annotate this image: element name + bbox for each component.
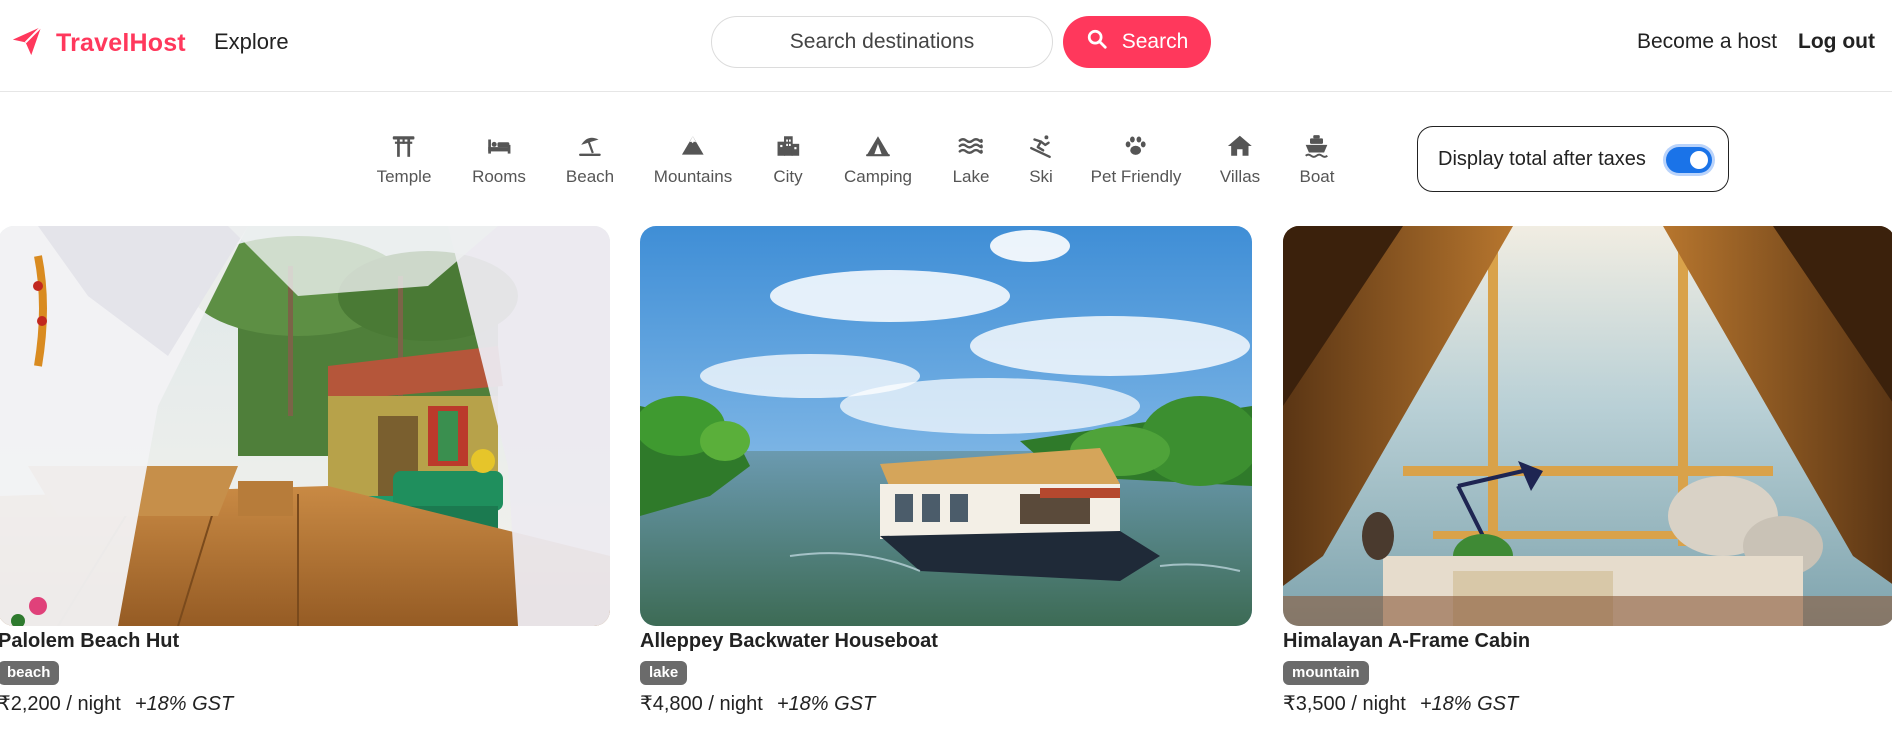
category-beach[interactable]: Beach [566,133,614,187]
tax-note: +18% GST [1419,693,1519,715]
search-button-label: Search [1121,30,1189,53]
tax-toggle-label: Display total after taxes [1438,147,1646,170]
category-label: Temple [376,167,432,186]
category-boat[interactable]: Boat [1299,133,1335,187]
category-pet-friendly[interactable]: Pet Friendly [1090,133,1182,187]
skiing-icon [1028,133,1054,164]
category-rooms[interactable]: Rooms [472,133,526,187]
listing-price: ₹4,800 / night +18% GST [640,691,875,716]
listing-price: ₹3,500 / night +18% GST [1283,691,1518,716]
listing-title[interactable]: Alleppey Backwater Houseboat [640,630,938,653]
city-icon [775,133,801,164]
tax-note: +18% GST [776,693,876,715]
mountain-icon [680,133,706,164]
explore-link[interactable]: Explore [214,29,289,55]
water-icon [958,133,984,164]
category-label: Boat [1299,167,1335,186]
search-input[interactable] [711,16,1053,68]
category-label: City [773,167,803,186]
category-label: Ski [1029,167,1053,186]
listing-price: ₹2,200 / night +18% GST [0,691,233,716]
brand-name: TravelHost [56,29,186,57]
logout-link[interactable]: Log out [1798,30,1875,54]
switch-knob [1690,151,1708,169]
tax-toggle-box[interactable]: Display total after taxes [1417,126,1729,192]
category-label: Camping [843,167,913,186]
category-temple[interactable]: Temple [376,133,432,187]
listing-tag-badge: mountain [1283,661,1369,685]
price-amount: ₹3,500 [1283,693,1346,715]
listing-photo-aframe-cabin[interactable] [1283,226,1892,626]
paw-icon [1123,133,1149,164]
become-host-link[interactable]: Become a host [1637,30,1777,54]
category-lake[interactable]: Lake [952,133,990,187]
listing-photo-beach-hut[interactable] [0,226,610,626]
search-button[interactable]: Search [1063,16,1211,68]
listing-card[interactable]: Himalayan A-Frame Cabin mountain ₹3,500 … [1283,226,1892,715]
listing-card[interactable]: Alleppey Backwater Houseboat lake ₹4,800… [640,226,1252,715]
category-camping[interactable]: Camping [844,133,912,187]
tax-toggle-switch[interactable] [1666,147,1712,173]
category-label: Pet Friendly [1090,167,1182,186]
umbrella-beach-icon [577,133,603,164]
brand-logo[interactable]: TravelHost [10,24,186,63]
category-label: Beach [565,167,615,186]
search-icon [1086,28,1108,56]
paper-plane-icon [10,24,44,63]
listing-tag-badge: lake [640,661,688,685]
category-label: Lake [952,167,990,186]
category-mountains[interactable]: Mountains [654,133,732,187]
category-villas[interactable]: Villas [1220,133,1260,187]
listing-photo-houseboat[interactable] [640,226,1252,626]
category-label: Mountains [653,167,733,186]
price-amount: ₹4,800 [640,693,703,715]
category-ski[interactable]: Ski [1028,133,1054,187]
top-navbar: TravelHost Explore Search Become a host … [0,0,1892,92]
category-label: Villas [1219,167,1261,186]
listing-title[interactable]: Palolem Beach Hut [0,630,179,653]
tent-icon [865,133,891,164]
torii-icon [391,133,417,164]
bed-icon [486,133,512,164]
tax-note: +18% GST [134,693,234,715]
ship-icon [1304,133,1330,164]
listing-title[interactable]: Himalayan A-Frame Cabin [1283,630,1530,653]
category-city[interactable]: City [773,133,803,187]
price-unit: / night [702,693,763,715]
house-icon [1227,133,1253,164]
price-unit: / night [60,693,121,715]
category-label: Rooms [472,167,526,186]
price-amount: ₹2,200 [0,693,61,715]
price-unit: / night [1345,693,1406,715]
listing-tag-badge: beach [0,661,60,685]
listing-card[interactable]: Palolem Beach Hut beach ₹2,200 / night +1… [0,226,610,715]
